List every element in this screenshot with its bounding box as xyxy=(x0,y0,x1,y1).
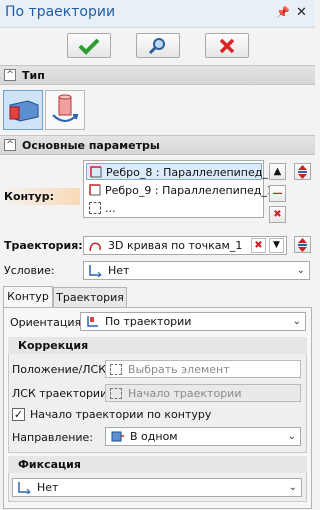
remove-item-button[interactable]: — xyxy=(269,185,286,202)
title-bar: По траектории 📌 ✕ xyxy=(0,0,315,28)
type-section-title: Тип xyxy=(22,69,45,82)
list-item[interactable]: ... xyxy=(86,200,262,217)
type-section-header[interactable]: ^ Тип xyxy=(0,65,315,85)
direction-label: Направление: xyxy=(12,431,94,444)
condition-label: Условие: xyxy=(4,264,55,277)
type-rotate-button[interactable] xyxy=(45,90,85,130)
start-by-contour-label: Начало траектории по контуру xyxy=(30,408,212,421)
cancel-button[interactable] xyxy=(205,33,249,58)
list-item[interactable]: Ребро_8 : Параллелепипед_1 xyxy=(86,163,275,180)
lsk-label: ЛСК траектории: xyxy=(12,387,111,400)
trajectory-reverse-button[interactable] xyxy=(294,236,311,253)
move-up-button[interactable]: ▲ xyxy=(269,163,286,180)
select-element-icon xyxy=(110,388,122,399)
position-label: Положение/ЛСК: xyxy=(12,363,110,376)
edge-icon xyxy=(90,166,102,178)
checkmark-icon: ✓ xyxy=(13,408,24,421)
clear-trajectory-icon[interactable]: ✖ xyxy=(251,238,266,253)
swap-arrows-icon xyxy=(298,164,307,179)
chevron-down-icon: ⌄ xyxy=(292,316,301,327)
empty-slot-icon xyxy=(89,202,101,214)
fixation-icon xyxy=(18,482,31,494)
clear-list-button[interactable]: ✖ xyxy=(269,206,286,223)
start-by-contour-checkbox[interactable]: ✓ xyxy=(12,408,25,421)
pin-icon[interactable]: 📌 xyxy=(276,6,290,19)
contour-label: Контур: xyxy=(0,188,80,205)
edge-icon xyxy=(89,184,101,196)
curve-icon xyxy=(89,242,101,252)
correction-title: Коррекция xyxy=(8,337,307,354)
checkmark-icon xyxy=(78,38,100,55)
contour-list[interactable]: Ребро_8 : Параллелепипед_1 Ребро_9 : Пар… xyxy=(83,160,275,218)
trajectory-label: Траектория: xyxy=(4,239,83,252)
collapse-icon[interactable]: ^ xyxy=(4,139,16,151)
close-icon[interactable]: ✕ xyxy=(296,5,307,20)
chevron-down-icon: ⌄ xyxy=(287,431,296,442)
magnifier-icon xyxy=(148,37,165,54)
tab-trajectory[interactable]: Траектория xyxy=(53,287,127,308)
orientation-icon xyxy=(87,316,98,327)
orientation-label: Ориентация: xyxy=(10,316,85,329)
chevron-up-icon: ▲ xyxy=(273,166,282,177)
cancel-x-icon xyxy=(219,38,235,53)
window-title: По траектории xyxy=(5,4,116,20)
direction-select[interactable]: В одном ⌄ xyxy=(105,427,301,446)
rotate-cylinder-icon xyxy=(52,94,79,122)
lsk-field[interactable]: Начало траектории xyxy=(105,384,301,402)
fixation-title: Фиксация xyxy=(8,456,307,473)
swap-arrows-icon xyxy=(298,237,307,252)
orientation-select[interactable]: По траектории ⌄ xyxy=(80,312,306,331)
chevron-down-icon: ⌄ xyxy=(288,482,297,493)
chevron-down-icon[interactable]: ▼ xyxy=(269,238,284,253)
collapse-icon[interactable]: ^ xyxy=(4,69,16,81)
main-section-title: Основные параметры xyxy=(22,139,160,152)
tab-contour[interactable]: Контур xyxy=(3,286,53,308)
fixation-select[interactable]: Нет ⌄ xyxy=(12,478,302,497)
trajectory-field[interactable]: 3D кривая по точкам_1 ✖ ▼ xyxy=(83,236,287,255)
main-section-header[interactable]: ^ Основные параметры xyxy=(0,135,315,155)
list-item[interactable]: Ребро_9 : Параллелепипед_1 xyxy=(86,182,274,199)
cross-icon: ✖ xyxy=(273,209,282,220)
direction-icon xyxy=(111,431,124,442)
reorder-button[interactable] xyxy=(294,163,311,180)
position-field[interactable]: Выбрать элемент xyxy=(105,360,301,378)
minus-icon: — xyxy=(272,188,283,199)
condition-select[interactable]: Нет ⌄ xyxy=(83,261,310,280)
preview-button[interactable] xyxy=(136,33,180,58)
ok-button[interactable] xyxy=(67,33,111,58)
chevron-down-icon: ⌄ xyxy=(296,265,305,276)
extrude-sweep-icon xyxy=(9,100,39,122)
condition-icon xyxy=(89,265,102,277)
type-extrude-button[interactable] xyxy=(3,90,43,130)
select-element-icon xyxy=(110,364,122,375)
